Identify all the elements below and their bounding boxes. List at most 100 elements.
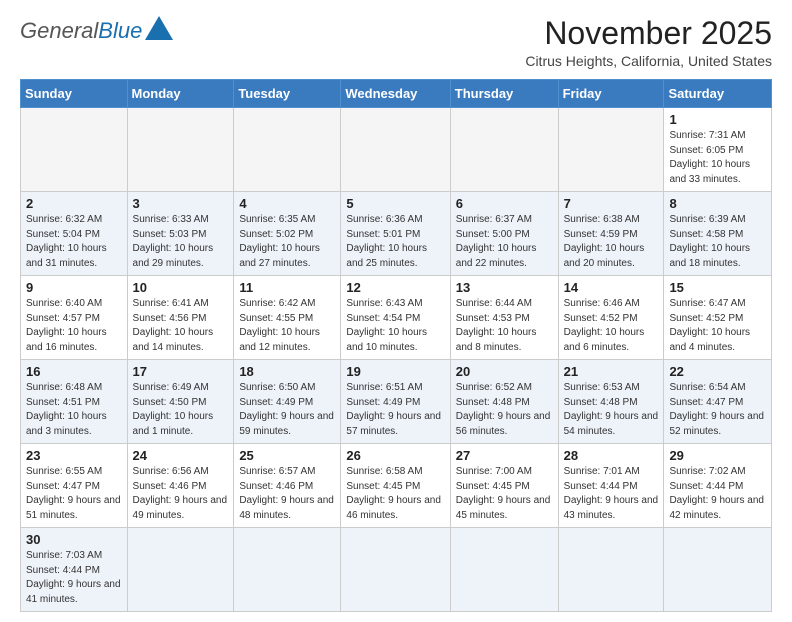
calendar-cell: 7Sunrise: 6:38 AM Sunset: 4:59 PM Daylig… <box>558 192 664 276</box>
day-info: Sunrise: 6:36 AM Sunset: 5:01 PM Dayligh… <box>346 213 444 271</box>
calendar-week-row: 9 Sunrise: 6:40 AM Sunset: 4:57 PM Daylig… <box>21 276 772 360</box>
day-number: 17 <box>133 364 229 379</box>
day-number: 15 <box>669 280 766 295</box>
logo-text: General Blue <box>20 16 173 42</box>
day-info: Sunrise: 6:46 AM Sunset: 4:52 PM Dayligh… <box>564 297 659 355</box>
calendar-cell: 23 Sunrise: 6:55 AM Sunset: 4:47 PM Dayli… <box>21 444 128 528</box>
calendar-cell <box>664 528 772 612</box>
calendar-cell: 8Sunrise: 6:39 AM Sunset: 4:58 PM Daylig… <box>664 192 772 276</box>
calendar-cell: 19 Sunrise: 6:51 AM Sunset: 4:49 PM Dayli… <box>341 360 450 444</box>
col-header-friday: Friday <box>558 80 664 108</box>
col-header-wednesday: Wednesday <box>341 80 450 108</box>
calendar-cell: 21Sunrise: 6:53 AM Sunset: 4:48 PM Dayli… <box>558 360 664 444</box>
day-info: Sunrise: 6:50 AM Sunset: 4:49 PM Dayligh… <box>239 381 335 439</box>
calendar-cell: 2Sunrise: 6:32 AM Sunset: 5:04 PM Daylig… <box>21 192 128 276</box>
day-info: Sunrise: 6:49 AM Sunset: 4:50 PM Dayligh… <box>133 381 229 439</box>
calendar-cell <box>558 108 664 192</box>
day-info: Sunrise: 6:52 AM Sunset: 4:48 PM Dayligh… <box>456 381 553 439</box>
calendar-week-row: 1 Sunrise: 7:31 AM Sunset: 6:05 PM Daylig… <box>21 108 772 192</box>
header: General Blue November 2025 Citrus Height… <box>20 16 772 69</box>
calendar-cell <box>127 528 234 612</box>
month-title: November 2025 <box>525 16 772 51</box>
calendar-cell <box>341 528 450 612</box>
day-number: 1 <box>669 112 766 127</box>
day-number: 20 <box>456 364 553 379</box>
day-info: Sunrise: 7:00 AM Sunset: 4:45 PM Dayligh… <box>456 465 553 523</box>
col-header-thursday: Thursday <box>450 80 558 108</box>
day-number: 16 <box>26 364 122 379</box>
day-number: 28 <box>564 448 659 463</box>
day-number: 22 <box>669 364 766 379</box>
day-number: 21 <box>564 364 659 379</box>
day-number: 10 <box>133 280 229 295</box>
calendar-cell: 16Sunrise: 6:48 AM Sunset: 4:51 PM Dayli… <box>21 360 128 444</box>
calendar-cell: 11Sunrise: 6:42 AM Sunset: 4:55 PM Dayli… <box>234 276 341 360</box>
calendar-cell <box>341 108 450 192</box>
calendar-cell: 26Sunrise: 6:58 AM Sunset: 4:45 PM Dayli… <box>341 444 450 528</box>
calendar-cell: 17 Sunrise: 6:49 AM Sunset: 4:50 PM Dayli… <box>127 360 234 444</box>
day-info: Sunrise: 6:33 AM Sunset: 5:03 PM Dayligh… <box>133 213 229 271</box>
calendar-cell: 5Sunrise: 6:36 AM Sunset: 5:01 PM Daylig… <box>341 192 450 276</box>
col-header-saturday: Saturday <box>664 80 772 108</box>
col-header-monday: Monday <box>127 80 234 108</box>
day-number: 12 <box>346 280 444 295</box>
logo: General Blue <box>20 16 173 42</box>
day-number: 23 <box>26 448 122 463</box>
calendar-cell: 29 Sunrise: 7:02 AM Sunset: 4:44 PM Dayli… <box>664 444 772 528</box>
calendar: SundayMondayTuesdayWednesdayThursdayFrid… <box>20 79 772 612</box>
day-number: 19 <box>346 364 444 379</box>
calendar-cell: 12 Sunrise: 6:43 AM Sunset: 4:54 PM Dayli… <box>341 276 450 360</box>
day-number: 14 <box>564 280 659 295</box>
day-info: Sunrise: 6:55 AM Sunset: 4:47 PM Dayligh… <box>26 465 122 523</box>
day-info: Sunrise: 6:44 AM Sunset: 4:53 PM Dayligh… <box>456 297 553 355</box>
day-info: Sunrise: 7:01 AM Sunset: 4:44 PM Dayligh… <box>564 465 659 523</box>
col-header-tuesday: Tuesday <box>234 80 341 108</box>
day-number: 6 <box>456 196 553 211</box>
calendar-cell: 24 Sunrise: 6:56 AM Sunset: 4:46 PM Dayli… <box>127 444 234 528</box>
calendar-cell: 9 Sunrise: 6:40 AM Sunset: 4:57 PM Daylig… <box>21 276 128 360</box>
page: General Blue November 2025 Citrus Height… <box>0 0 792 622</box>
day-number: 27 <box>456 448 553 463</box>
day-number: 2 <box>26 196 122 211</box>
calendar-cell: 4 Sunrise: 6:35 AM Sunset: 5:02 PM Daylig… <box>234 192 341 276</box>
day-number: 3 <box>133 196 229 211</box>
day-info: Sunrise: 6:39 AM Sunset: 4:58 PM Dayligh… <box>669 213 766 271</box>
calendar-cell <box>21 108 128 192</box>
day-number: 9 <box>26 280 122 295</box>
calendar-cell: 3 Sunrise: 6:33 AM Sunset: 5:03 PM Daylig… <box>127 192 234 276</box>
location: Citrus Heights, California, United State… <box>525 53 772 69</box>
day-info: Sunrise: 6:40 AM Sunset: 4:57 PM Dayligh… <box>26 297 122 355</box>
day-info: Sunrise: 6:43 AM Sunset: 4:54 PM Dayligh… <box>346 297 444 355</box>
day-number: 18 <box>239 364 335 379</box>
day-info: Sunrise: 6:51 AM Sunset: 4:49 PM Dayligh… <box>346 381 444 439</box>
calendar-cell: 14 Sunrise: 6:46 AM Sunset: 4:52 PM Dayli… <box>558 276 664 360</box>
day-number: 29 <box>669 448 766 463</box>
calendar-cell: 22Sunrise: 6:54 AM Sunset: 4:47 PM Dayli… <box>664 360 772 444</box>
calendar-cell: 18 Sunrise: 6:50 AM Sunset: 4:49 PM Dayli… <box>234 360 341 444</box>
logo-blue: Blue <box>98 20 142 42</box>
day-number: 24 <box>133 448 229 463</box>
calendar-cell: 25 Sunrise: 6:57 AM Sunset: 4:46 PM Dayli… <box>234 444 341 528</box>
day-number: 13 <box>456 280 553 295</box>
day-info: Sunrise: 6:42 AM Sunset: 4:55 PM Dayligh… <box>239 297 335 355</box>
title-area: November 2025 Citrus Heights, California… <box>525 16 772 69</box>
day-number: 25 <box>239 448 335 463</box>
day-info: Sunrise: 6:47 AM Sunset: 4:52 PM Dayligh… <box>669 297 766 355</box>
day-number: 30 <box>26 532 122 547</box>
col-header-sunday: Sunday <box>21 80 128 108</box>
day-info: Sunrise: 6:35 AM Sunset: 5:02 PM Dayligh… <box>239 213 335 271</box>
calendar-cell: 27 Sunrise: 7:00 AM Sunset: 4:45 PM Dayli… <box>450 444 558 528</box>
day-info: Sunrise: 6:58 AM Sunset: 4:45 PM Dayligh… <box>346 465 444 523</box>
day-number: 4 <box>239 196 335 211</box>
day-info: Sunrise: 7:31 AM Sunset: 6:05 PM Dayligh… <box>669 129 766 187</box>
logo-icon <box>145 16 173 40</box>
day-info: Sunrise: 6:56 AM Sunset: 4:46 PM Dayligh… <box>133 465 229 523</box>
day-info: Sunrise: 7:02 AM Sunset: 4:44 PM Dayligh… <box>669 465 766 523</box>
day-info: Sunrise: 6:38 AM Sunset: 4:59 PM Dayligh… <box>564 213 659 271</box>
calendar-cell: 6 Sunrise: 6:37 AM Sunset: 5:00 PM Daylig… <box>450 192 558 276</box>
day-info: Sunrise: 6:37 AM Sunset: 5:00 PM Dayligh… <box>456 213 553 271</box>
calendar-cell <box>558 528 664 612</box>
calendar-cell <box>234 528 341 612</box>
calendar-cell: 13 Sunrise: 6:44 AM Sunset: 4:53 PM Dayli… <box>450 276 558 360</box>
day-info: Sunrise: 6:57 AM Sunset: 4:46 PM Dayligh… <box>239 465 335 523</box>
